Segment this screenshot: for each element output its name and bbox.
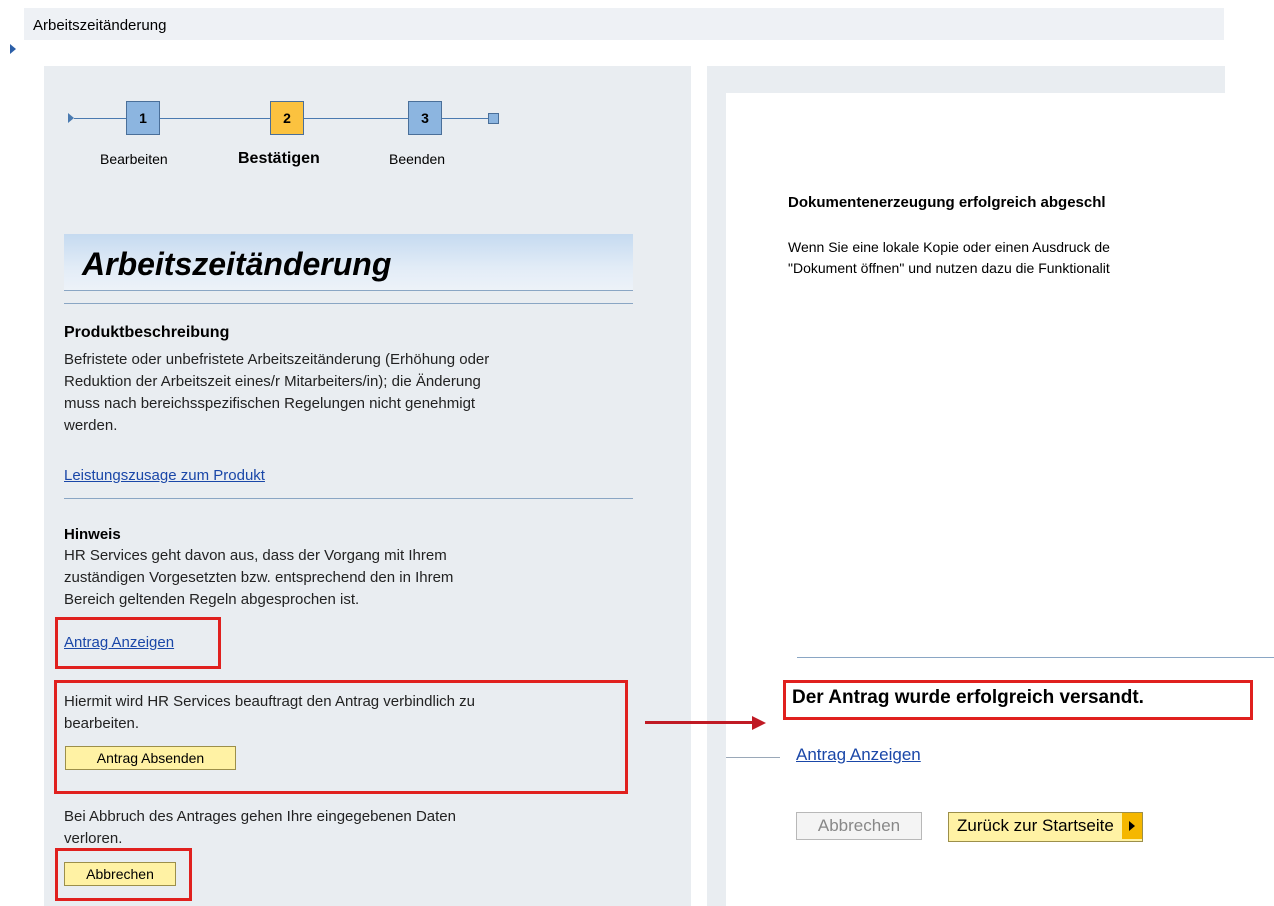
document-text: Wenn Sie eine lokale Kopie oder einen Au… [788,237,1110,279]
text-line: werden. [64,417,118,434]
step-1-box[interactable]: 1 [126,101,160,135]
highlight-box [55,617,221,669]
text-line: zuständigen Vorgesetzten bzw. entspreche… [64,569,454,586]
step-3-box[interactable]: 3 [408,101,442,135]
step-2-label: Bestätigen [238,150,320,167]
note-heading: Hinweis [64,526,121,543]
arrow-right-icon [1121,813,1142,839]
window-title: Arbeitszeitänderung [33,17,167,34]
text-line: Wenn Sie eine lokale Kopie oder einen Au… [788,239,1110,255]
highlight-box [55,848,192,901]
note-text: HR Services geht davon aus, dass der Vor… [64,545,453,611]
text-line: verloren. [64,830,123,847]
highlight-box [54,680,628,794]
arrow-right-icon [752,716,766,730]
text-line: Befristete oder unbefristete Arbeitszeit… [64,351,490,368]
window-title-bar: Arbeitszeitänderung [24,8,1224,40]
show-request-link[interactable]: Antrag Anzeigen [796,745,921,765]
divider [64,498,633,499]
step-2-box[interactable]: 2 [270,101,304,135]
stepper-rail [442,118,488,119]
text-line: "Dokument öffnen" und nutzen dazu die Fu… [788,260,1110,276]
step-1-label: Bearbeiten [100,151,168,167]
page-title: Arbeitszeitänderung [82,246,392,282]
back-to-start-button[interactable]: Zurück zur Startseite [948,812,1143,842]
stepper-rail [304,118,408,119]
service-commitment-link[interactable]: Leistungszusage zum Produkt [64,467,265,484]
cancel-description: Bei Abbruch des Antrages gehen Ihre eing… [64,806,456,850]
highlight-box [783,680,1253,720]
back-to-start-label: Zurück zur Startseite [957,816,1114,835]
stepper-rail [160,118,270,119]
text-line: Bereich geltenden Regeln abgesprochen is… [64,591,360,608]
divider [797,657,1274,658]
product-description: Befristete oder unbefristete Arbeitszeit… [64,349,489,437]
stepper-end-icon [488,113,499,124]
cancel-button-disabled: Abbrechen [796,812,922,840]
document-heading: Dokumentenerzeugung erfolgreich abgeschl [788,194,1106,211]
product-heading: Produktbeschreibung [64,324,230,341]
step-3-label: Beenden [389,151,446,167]
text-line: HR Services geht davon aus, dass der Vor… [64,547,447,564]
page-title-banner: Arbeitszeitänderung [64,234,633,291]
text-line: muss nach bereichsspezifischen Regelunge… [64,395,476,412]
stepper-rail [74,118,126,119]
divider [64,303,633,304]
text-line: Reduktion der Arbeitszeit eines/r Mitarb… [64,373,481,390]
text-line: Bei Abbruch des Antrages gehen Ihre eing… [64,808,456,825]
divider [726,757,780,758]
arrow-line [645,721,755,724]
expand-arrow-icon[interactable] [10,44,16,54]
